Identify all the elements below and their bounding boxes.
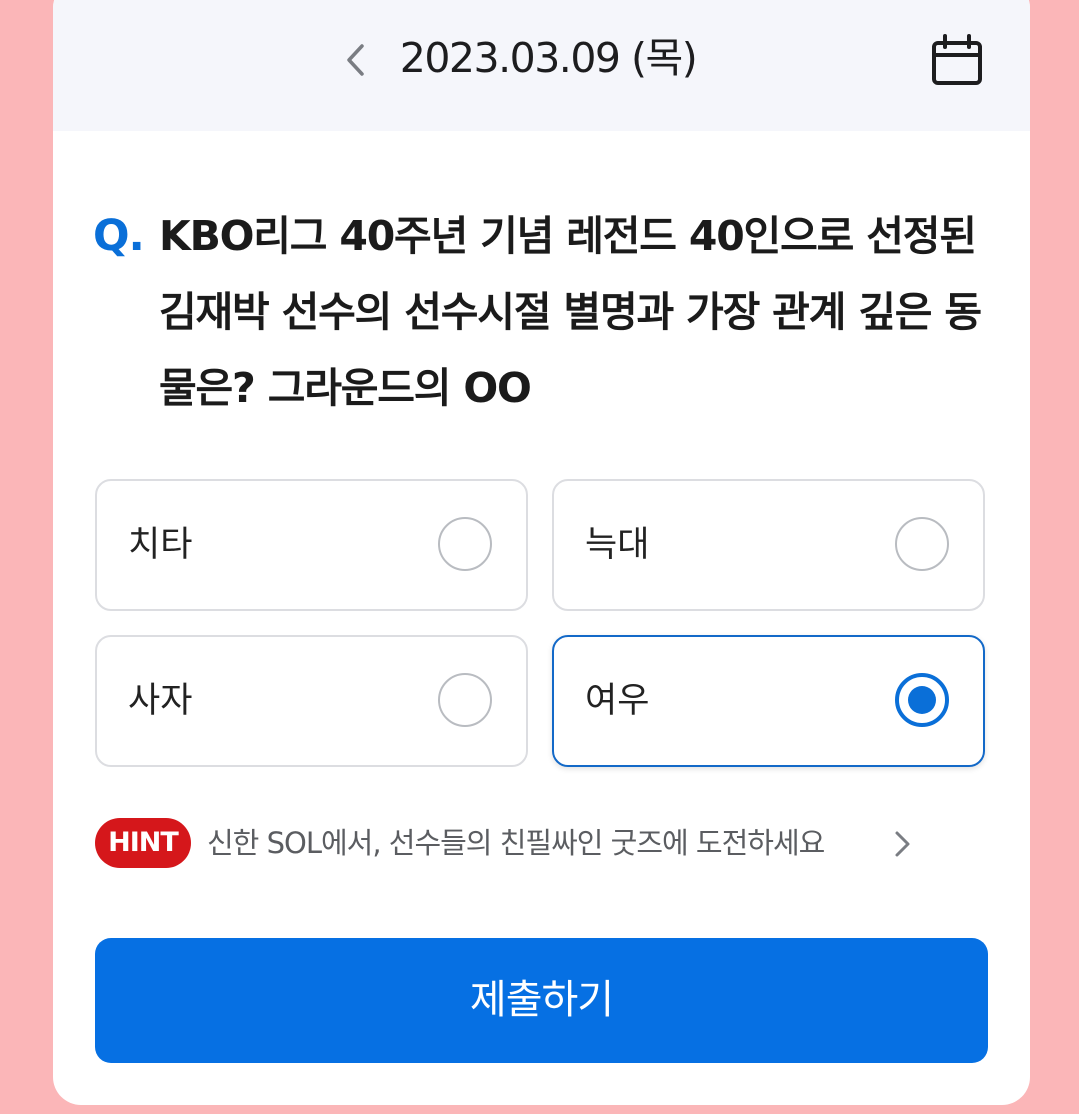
previous-day-button[interactable]	[335, 35, 375, 85]
chevron-right-icon	[895, 831, 910, 857]
calendar-icon	[932, 34, 982, 85]
radio-button-selected[interactable]	[895, 673, 949, 727]
quiz-card: 2023.03.09 (목) Q. KBO리그 40주년 기념 레전드 40인으…	[53, 0, 1030, 1105]
question-prefix: Q.	[93, 211, 145, 261]
option-wolf[interactable]: 늑대	[552, 479, 985, 611]
option-label: 늑대	[585, 525, 650, 565]
radio-button[interactable]	[438, 517, 492, 571]
radio-button[interactable]	[438, 673, 492, 727]
quiz-date: 2023.03.09 (목)	[399, 34, 698, 82]
chevron-left-icon	[347, 44, 364, 76]
option-label: 사자	[128, 681, 193, 721]
radio-button[interactable]	[895, 517, 949, 571]
submit-button[interactable]: 제출하기	[95, 938, 988, 1063]
date-bar: 2023.03.09 (목)	[53, 0, 1030, 131]
option-label: 여우	[585, 681, 650, 721]
hint-text: 신한 SOL에서, 선수들의 친필싸인 굿즈에 도전하세요	[207, 826, 825, 860]
question-text: KBO리그 40주년 기념 레전드 40인으로 선정된 김재박 선수의 선수시절…	[159, 212, 982, 412]
hint-badge: HINT	[95, 818, 191, 868]
option-cheetah[interactable]: 치타	[95, 479, 528, 611]
calendar-button[interactable]	[928, 32, 986, 90]
option-lion[interactable]: 사자	[95, 635, 528, 767]
option-label: 치타	[128, 525, 193, 565]
option-fox[interactable]: 여우	[552, 635, 985, 767]
hint-link[interactable]: HINT 신한 SOL에서, 선수들의 친필싸인 굿즈에 도전하세요	[95, 818, 975, 870]
